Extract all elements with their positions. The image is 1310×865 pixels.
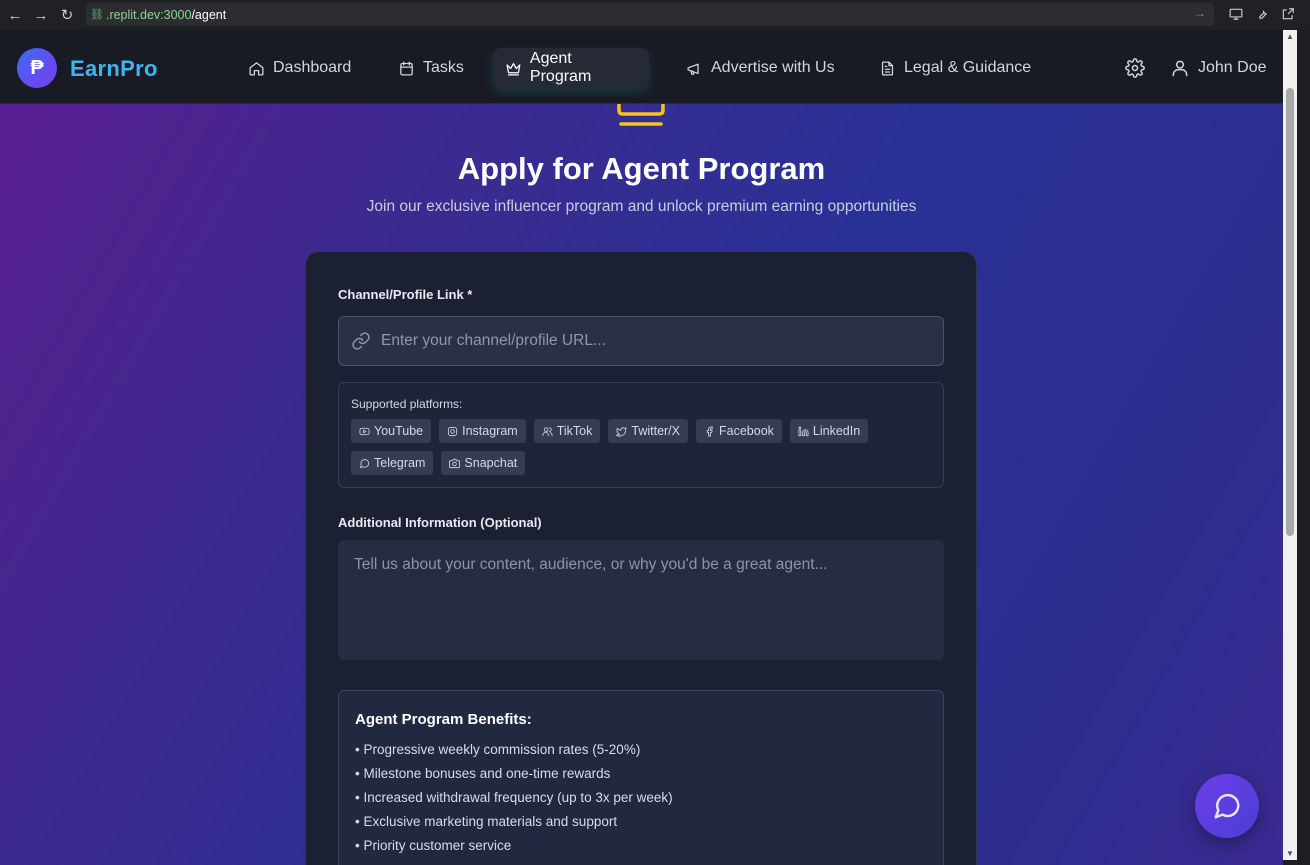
page-title: Apply for Agent Program xyxy=(457,151,826,186)
platform-chip-snapchat: Snapchat xyxy=(441,451,526,475)
scrollbar-thumb[interactable] xyxy=(1286,88,1294,536)
nav-item-agent-program[interactable]: Agent Program xyxy=(493,48,649,88)
supported-platforms-box: Supported platforms: YouTube Instagram T… xyxy=(338,382,944,488)
nav-item-tasks[interactable]: Tasks xyxy=(386,48,476,88)
platform-chip-tiktok: TikTok xyxy=(533,419,601,443)
platform-label: Facebook xyxy=(719,424,774,438)
url-host: .replit.dev:3000 xyxy=(105,7,192,22)
address-bar[interactable]: ⛓ .replit.dev:3000/agent → xyxy=(86,3,1214,26)
link-icon: ⛓ xyxy=(90,9,104,21)
channel-link-input[interactable]: Enter your channel/profile URL... xyxy=(338,316,944,366)
benefit-item: • Milestone bonuses and one-time rewards xyxy=(355,766,611,781)
nav-item-label: Advertise with Us xyxy=(711,59,835,76)
page-scrollbar[interactable]: ▲ ▼ xyxy=(1283,30,1297,860)
reload-icon[interactable]: ↻ xyxy=(54,2,80,28)
additional-info-placeholder: Tell us about your content, audience, or… xyxy=(354,556,828,573)
twitter-icon xyxy=(616,426,627,437)
platform-chip-twitter: Twitter/X xyxy=(608,419,688,443)
scroll-down-arrow-icon[interactable]: ▼ xyxy=(1286,849,1294,858)
platform-chip-youtube: YouTube xyxy=(351,419,432,443)
benefits-box: Agent Program Benefits: • Progressive we… xyxy=(338,690,944,865)
open-external-icon[interactable] xyxy=(1280,5,1296,23)
calendar-icon xyxy=(400,60,413,76)
window-edge xyxy=(1297,30,1310,865)
benefit-item: • Increased withdrawal frequency (up to … xyxy=(355,790,673,805)
benefit-item: • Progressive weekly commission rates (5… xyxy=(355,742,641,757)
benefits-title: Agent Program Benefits: xyxy=(355,711,532,728)
nav-item-label: Legal & Guidance xyxy=(904,59,1032,76)
benefit-item: • Exclusive marketing materials and supp… xyxy=(355,814,618,829)
platform-label: Instagram xyxy=(462,424,518,438)
back-arrow-icon[interactable]: ← xyxy=(2,2,28,28)
brand-logo-icon[interactable]: ₱ xyxy=(17,48,57,88)
forward-arrow-icon[interactable]: → xyxy=(28,2,54,28)
benefit-item: • Priority customer service xyxy=(355,838,512,853)
monitor-icon[interactable] xyxy=(1228,5,1244,23)
url-path: /agent xyxy=(191,7,227,22)
document-icon xyxy=(881,60,894,76)
go-arrow-icon[interactable]: → xyxy=(1194,6,1206,20)
platform-label: TikTok xyxy=(556,424,593,438)
scroll-up-arrow-icon[interactable]: ▲ xyxy=(1286,32,1294,41)
application-card: Channel/Profile Link * Enter your channe… xyxy=(305,251,977,865)
facebook-icon xyxy=(706,425,713,437)
settings-gear-icon[interactable] xyxy=(1125,58,1145,78)
user-icon[interactable] xyxy=(1170,58,1190,78)
brand-name[interactable]: EarnPro xyxy=(70,56,158,82)
channel-link-label: Channel/Profile Link * xyxy=(338,287,473,302)
chat-bubble-icon xyxy=(1214,793,1240,819)
message-circle-icon xyxy=(359,458,370,468)
wrench-icon[interactable] xyxy=(1254,5,1270,23)
additional-info-textarea[interactable]: Tell us about your content, audience, or… xyxy=(338,540,944,660)
benefits-list: • Progressive weekly commission rates (5… xyxy=(355,741,673,861)
platform-chip-telegram: Telegram xyxy=(351,451,434,475)
page-viewport: ₱ EarnPro Dashboard Tasks Agent Program … xyxy=(0,30,1283,865)
platform-label: Telegram xyxy=(374,456,426,470)
nav-item-legal[interactable]: Legal & Guidance xyxy=(867,48,1043,88)
nav-item-label: Tasks xyxy=(423,59,464,76)
camera-icon xyxy=(449,458,461,468)
platform-label: Snapchat xyxy=(464,456,518,470)
home-icon xyxy=(249,61,264,76)
page-subtitle: Join our exclusive influencer program an… xyxy=(366,198,917,215)
platform-chip-instagram: Instagram xyxy=(439,419,526,443)
platform-chip-facebook: Facebook xyxy=(696,419,782,443)
instagram-icon xyxy=(448,426,458,436)
top-navbar: ₱ EarnPro Dashboard Tasks Agent Program … xyxy=(0,30,1283,104)
users-icon xyxy=(542,426,553,436)
supported-platforms-title: Supported platforms: xyxy=(351,397,463,411)
megaphone-icon xyxy=(687,63,699,75)
nav-item-advertise[interactable]: Advertise with Us xyxy=(674,48,847,88)
platform-label: YouTube xyxy=(374,424,424,438)
chat-button[interactable] xyxy=(1195,774,1259,838)
link-icon xyxy=(352,332,370,350)
additional-info-label: Additional Information (Optional) xyxy=(338,515,542,530)
crown-icon xyxy=(506,62,521,75)
linkedin-icon xyxy=(798,425,809,436)
nav-item-label: Dashboard xyxy=(273,59,352,76)
platform-chip-linkedin: LinkedIn xyxy=(789,419,869,443)
nav-item-label: Agent Program xyxy=(529,50,592,85)
browser-toolbar: ← → ↻ ⛓ .replit.dev:3000/agent → xyxy=(0,0,1310,30)
youtube-icon xyxy=(359,427,370,435)
channel-link-placeholder: Enter your channel/profile URL... xyxy=(381,332,606,349)
crown-hero-icon xyxy=(617,104,665,126)
user-name[interactable]: John Doe xyxy=(1198,59,1267,77)
platform-label: LinkedIn xyxy=(812,424,861,438)
platform-label: Twitter/X xyxy=(631,424,680,438)
nav-item-dashboard[interactable]: Dashboard xyxy=(236,48,363,88)
